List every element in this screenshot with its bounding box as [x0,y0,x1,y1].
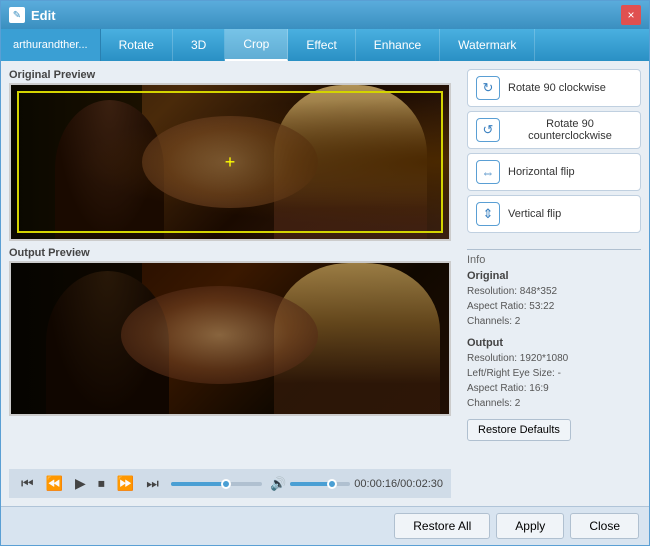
file-tab[interactable]: arthurandther... [1,29,101,61]
tab-crop[interactable]: Crop [225,29,288,61]
original-video-container: + [9,83,451,241]
output-channels: Channels: 2 [467,396,641,411]
tab-watermark[interactable]: Watermark [440,29,535,61]
file-tab-label: arthurandther... [13,39,88,51]
time-display: 00:00:16/00:02:30 [354,478,443,490]
skip-forward-button[interactable]: ⏭ [142,473,163,494]
main-content: Original Preview + [1,61,649,506]
apply-button[interactable]: Apply [496,513,564,539]
progress-bar[interactable] [171,482,262,486]
title-bar: ✎ Edit × [1,1,649,29]
edit-window: ✎ Edit × arthurandther... Rotate 3D Crop… [0,0,650,546]
output-preview-label: Output Preview [9,247,451,259]
original-channels: Channels: 2 [467,314,641,329]
restore-defaults-button[interactable]: Restore Defaults [467,419,571,441]
restore-all-button[interactable]: Restore All [394,513,490,539]
preview-section: Original Preview + [9,69,451,469]
horizontal-flip-icon: ⇔ [476,160,500,184]
tab-bar: arthurandther... Rotate 3D Crop Effect E… [1,29,649,61]
output-left-right: Left/Right Eye Size: - [467,366,641,381]
volume-thumb [327,479,337,489]
controls-bar: ⏮ ⏪ ▶ ⏹ ⏩ ⏭ 🔊 00:00:16/00:02:30 [9,469,451,498]
info-section: Info Original Resolution: 848*352 Aspect… [467,245,641,498]
close-button[interactable]: Close [570,513,639,539]
tab-effect[interactable]: Effect [288,29,355,61]
bottom-bar: Restore All Apply Close [1,506,649,545]
rotate-ccw-icon: ↺ [476,118,500,142]
tab-enhance[interactable]: Enhance [356,29,440,61]
app-icon: ✎ [9,7,25,23]
volume-fill [290,482,332,486]
output-info-label: Output [467,337,641,349]
tab-3d[interactable]: 3D [173,29,225,61]
horizontal-flip-button[interactable]: ⇔ Horizontal flip [467,153,641,191]
original-info-group: Original Resolution: 848*352 Aspect Rati… [467,270,641,329]
step-forward-button[interactable]: ⏩ [113,473,138,494]
output-aspect-ratio: Aspect Ratio: 16:9 [467,381,641,396]
left-panel: Original Preview + [1,61,459,506]
output-preview-section: Output Preview [9,247,451,416]
volume-icon: 🔊 [270,476,286,492]
original-resolution: Resolution: 848*352 [467,284,641,299]
output-video-scene [11,263,449,414]
rotate-cw-button[interactable]: ↻ Rotate 90 clockwise [467,69,641,107]
output-video-container [9,261,451,416]
right-panel: ↻ Rotate 90 clockwise ↺ Rotate 90 counte… [459,61,649,506]
rotate-ccw-button[interactable]: ↺ Rotate 90 counterclockwise [467,111,641,149]
skip-back-button[interactable]: ⏮ [17,473,38,494]
output-resolution: Resolution: 1920*1080 [467,351,641,366]
info-divider [467,249,641,250]
close-window-button[interactable]: × [621,5,641,25]
window-title: Edit [31,8,621,23]
progress-fill [171,482,226,486]
tab-rotate[interactable]: Rotate [101,29,173,61]
rotate-cw-icon: ↻ [476,76,500,100]
vertical-flip-button[interactable]: ⇕ Vertical flip [467,195,641,233]
progress-thumb [221,479,231,489]
info-title: Info [467,254,641,266]
original-preview-section: Original Preview + [9,69,451,241]
tabs-container: Rotate 3D Crop Effect Enhance Watermark [101,29,649,61]
volume-bar[interactable] [290,482,350,486]
step-back-button[interactable]: ⏪ [42,473,67,494]
original-preview-label: Original Preview [9,69,451,81]
crosshair: + [225,153,236,171]
original-aspect-ratio: Aspect Ratio: 53:22 [467,299,641,314]
stop-button[interactable]: ⏹ [94,473,109,494]
output-info-group: Output Resolution: 1920*1080 Left/Right … [467,337,641,411]
vertical-flip-icon: ⇕ [476,202,500,226]
play-button[interactable]: ▶ [71,473,90,494]
original-info-label: Original [467,270,641,282]
